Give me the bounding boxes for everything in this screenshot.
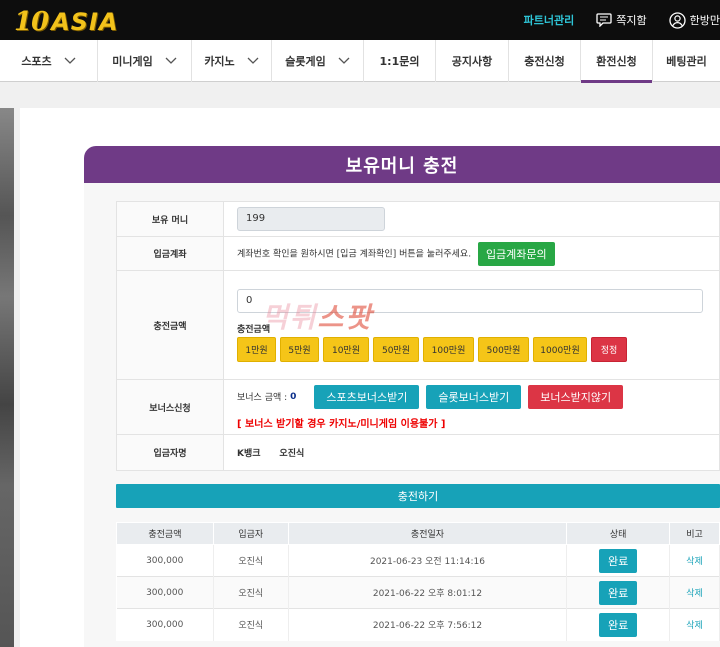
submit-button[interactable]: 충전하기 (116, 484, 720, 508)
chip-5m[interactable]: 500만원 (478, 336, 529, 362)
balance-label: 보유 머니 (116, 201, 224, 237)
nav-item-betting[interactable]: 베팅관리 (653, 40, 720, 82)
nav-label: 미니게임 (112, 55, 153, 68)
col-header-amount: 충전금액 (116, 522, 214, 545)
amount-input[interactable]: 0 (237, 288, 703, 313)
status-complete-button[interactable]: 완료 (599, 612, 638, 637)
balance-row: 보유 머니 199 (116, 201, 720, 237)
nav-label: 베팅관리 (666, 55, 707, 68)
chip-50k[interactable]: 5만원 (280, 336, 319, 362)
delete-link[interactable]: 삭제 (686, 621, 703, 631)
deposit-history-table: 충전금액 입금자 충전일자 상태 비고 300,000 오진식 2021-06-… (116, 522, 720, 641)
chip-100k[interactable]: 10만원 (323, 336, 369, 362)
bonus-row: 보너스신청 보너스 금액 : 0 스포츠보너스받기 슬롯보너스받기 보너스받지않… (116, 379, 720, 435)
messages-label: 쪽지함 (616, 14, 647, 27)
row-date: 2021-06-23 오전 11:14:16 (288, 544, 568, 577)
bonus-warning: [ 보너스 받기할 경우 카지노/미니게임 이용불가 ] (237, 418, 446, 430)
chevron-down-icon (338, 57, 350, 64)
status-complete-button[interactable]: 완료 (599, 548, 638, 573)
row-amount: 300,000 (116, 544, 214, 577)
chevron-down-icon (247, 57, 259, 64)
bonus-label: 보너스신청 (116, 379, 224, 435)
row-depositor: 오진식 (213, 608, 289, 641)
submit-label: 충전하기 (397, 490, 439, 503)
account-help-text: 계좌번호 확인을 원하시면 [입금 계좌확인] 버튼을 눌러주세요. (237, 249, 472, 259)
brand-logo[interactable]: 10 ASIA (14, 7, 119, 37)
nav-item-deposit[interactable]: 충전신청 (509, 40, 581, 82)
left-side-strip (0, 108, 14, 647)
delete-link[interactable]: 삭제 (686, 589, 703, 599)
row-date: 2021-06-22 오후 7:56:12 (288, 608, 568, 641)
table-row: 300,000 오진식 2021-06-22 오후 8:01:12 완료 삭제 (116, 576, 720, 609)
row-date: 2021-06-22 오후 8:01:12 (288, 576, 568, 609)
top-links: 파트너관리 쪽지함 한방만 (524, 0, 720, 40)
sports-bonus-button[interactable]: 스포츠보너스받기 (314, 384, 420, 409)
col-header-date: 충전일자 (287, 522, 568, 545)
row-depositor: 오진식 (213, 544, 289, 577)
depositor-label: 입금자명 (116, 434, 224, 471)
chevron-down-icon (64, 57, 76, 64)
page-title: 보유머니 충전 (345, 155, 459, 177)
chevron-down-icon (165, 57, 177, 64)
logo-number: 10 (14, 7, 49, 37)
depositor-bank: K뱅크 (237, 449, 261, 459)
amount-row: 충전금액 0 충전금액 1만원 5만원 10만원 50만원 100만원 500만… (116, 270, 720, 380)
depositor-name: 오진식 (279, 449, 305, 459)
nav-label: 슬롯게임 (285, 55, 326, 68)
amount-chips: 1만원 5만원 10만원 50만원 100만원 500만원 1000만원 정정 (237, 336, 719, 362)
nav-label: 1:1문의 (379, 55, 420, 68)
logo-word: ASIA (51, 8, 119, 36)
nav-label: 스포츠 (21, 55, 52, 68)
bonus-amount-label: 보너스 금액 : (237, 393, 288, 403)
user-icon (668, 11, 686, 29)
row-amount: 300,000 (116, 576, 214, 609)
delete-link[interactable]: 삭제 (686, 557, 703, 567)
chip-10m[interactable]: 1000만원 (533, 336, 587, 362)
user-name: 한방만 (689, 14, 720, 27)
top-bar: 10 ASIA 파트너관리 쪽지함 한방만 (0, 0, 720, 40)
col-header-depositor: 입금자 (212, 522, 289, 545)
slot-bonus-button[interactable]: 슬롯보너스받기 (426, 384, 522, 409)
chip-500k[interactable]: 50만원 (373, 336, 419, 362)
nav-item-sports[interactable]: 스포츠 (0, 40, 98, 82)
amount-sub-label: 충전금액 (237, 324, 271, 335)
account-inquiry-button[interactable]: 입금계좌문의 (477, 241, 555, 266)
bonus-amount-value: 0 (290, 391, 297, 402)
status-complete-button[interactable]: 완료 (599, 580, 638, 605)
nav-label: 카지노 (204, 55, 235, 68)
reset-button[interactable]: 정정 (591, 336, 627, 362)
nav-item-minigame[interactable]: 미니게임 (98, 40, 192, 82)
message-icon (596, 13, 612, 27)
deposit-form: 보유 머니 199 입금계좌 계좌번호 확인을 원하시면 [입금 계좌확인] 버… (116, 201, 720, 471)
no-bonus-button[interactable]: 보너스받지않기 (528, 384, 624, 409)
row-depositor: 오진식 (213, 576, 289, 609)
nav-label: 공지사항 (451, 55, 493, 68)
balance-field: 199 (237, 207, 385, 231)
partner-link[interactable]: 파트너관리 (524, 12, 575, 28)
row-amount: 300,000 (116, 608, 214, 641)
nav-item-notice[interactable]: 공지사항 (436, 40, 509, 82)
nav-item-slot[interactable]: 슬롯게임 (272, 40, 364, 82)
depositor-row: 입금자명 K뱅크 오진식 (116, 434, 720, 471)
main-nav: 스포츠 미니게임 카지노 슬롯게임 1:1문의 공지사항 충전신청 환전신청 베… (0, 40, 720, 83)
amount-label: 충전금액 (116, 270, 224, 380)
chip-10k[interactable]: 1만원 (237, 336, 276, 362)
account-row: 입금계좌 계좌번호 확인을 원하시면 [입금 계좌확인] 버튼을 눌러주세요. … (116, 236, 720, 271)
table-row: 300,000 오진식 2021-06-23 오전 11:14:16 완료 삭제 (116, 544, 720, 577)
page-header: 보유머니 충전 (84, 146, 720, 183)
nav-label: 충전신청 (524, 55, 565, 68)
col-header-note: 비고 (669, 522, 720, 545)
nav-label: 환전신청 (596, 55, 637, 68)
nav-item-inquiry[interactable]: 1:1문의 (364, 40, 436, 82)
messages-link[interactable]: 쪽지함 (596, 12, 647, 28)
nav-item-casino[interactable]: 카지노 (192, 40, 272, 82)
user-menu[interactable]: 한방만 (668, 11, 720, 29)
account-label: 입금계좌 (116, 236, 224, 271)
table-row: 300,000 오진식 2021-06-22 오후 7:56:12 완료 삭제 (116, 608, 720, 641)
table-header-row: 충전금액 입금자 충전일자 상태 비고 (116, 522, 720, 545)
nav-item-withdraw[interactable]: 환전신청 (581, 40, 653, 83)
chip-1m[interactable]: 100만원 (423, 336, 474, 362)
col-header-status: 상태 (566, 522, 671, 545)
